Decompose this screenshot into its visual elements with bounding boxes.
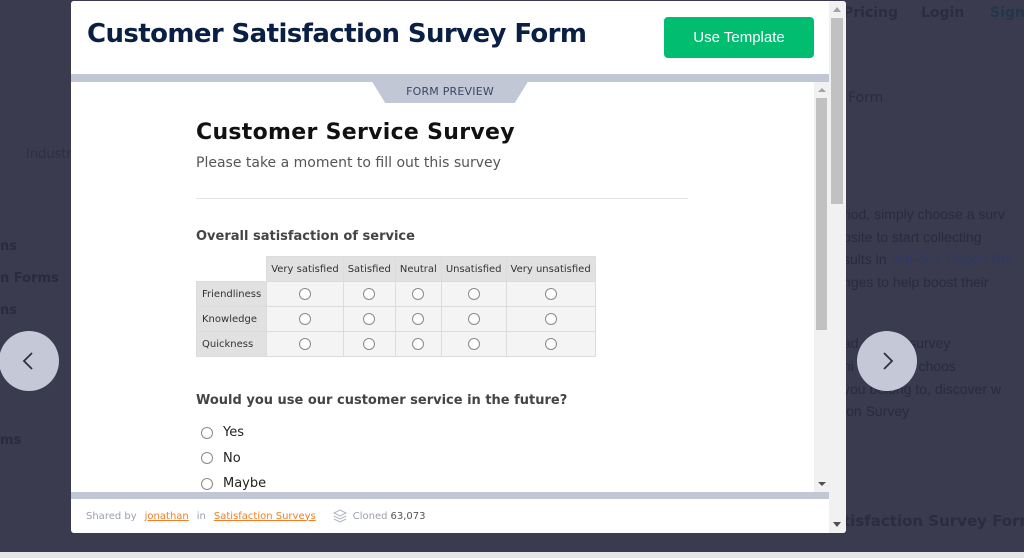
background-paragraph-line: sults in JotForm Report Bui xyxy=(843,251,1012,267)
matrix-row: Quickness xyxy=(195,331,596,357)
cloned-stat: Cloned 63,073 xyxy=(332,508,426,524)
background-category-item: n Forms xyxy=(0,271,59,286)
background-industry-label: Industr xyxy=(26,147,72,162)
author-link[interactable]: jonathan xyxy=(145,511,189,522)
matrix-column-header: Very unsatisfied xyxy=(505,256,596,282)
form-title: Customer Service Survey xyxy=(196,120,515,145)
option-maybe[interactable]: Maybe xyxy=(201,471,266,492)
matrix-radio[interactable] xyxy=(544,288,557,300)
matrix-row: Friendliness xyxy=(195,281,596,307)
layers-icon xyxy=(332,509,347,523)
scroll-up-arrow-icon[interactable] xyxy=(833,7,841,12)
future-use-options: Yes No Maybe xyxy=(201,420,266,492)
satisfaction-matrix: Very satisfied Satisfied Neutral Unsatis… xyxy=(195,256,596,357)
option-label: Maybe xyxy=(223,476,267,492)
matrix-row: Knowledge xyxy=(195,306,596,332)
radio-button[interactable] xyxy=(201,426,213,439)
form-divider xyxy=(196,198,688,199)
matrix-radio[interactable] xyxy=(298,288,311,300)
background-paragraph-line: bsite to start collecting xyxy=(843,229,982,245)
nav-pricing-link: Pricing xyxy=(843,5,899,21)
background-paragraph-line: nges to help boost their xyxy=(843,274,989,290)
form-preview-frame: Customer Service Survey Please take a mo… xyxy=(71,82,829,492)
template-preview-modal: Customer Satisfaction Survey Form Use Te… xyxy=(71,1,846,533)
modal-scrollbar[interactable] xyxy=(829,1,846,533)
scroll-down-arrow-icon[interactable] xyxy=(833,522,841,527)
option-yes[interactable]: Yes xyxy=(201,420,266,446)
modal-title: Customer Satisfaction Survey Form xyxy=(87,19,587,49)
use-template-button[interactable]: Use Template xyxy=(664,17,814,58)
matrix-radio[interactable] xyxy=(467,338,480,350)
matrix-radio[interactable] xyxy=(412,288,425,300)
in-label: in xyxy=(196,510,206,522)
background-breadcrumb-text: Form xyxy=(848,90,884,106)
background-category-item: ms xyxy=(0,433,22,448)
preview-scrollbar[interactable] xyxy=(814,82,829,492)
matrix-radio[interactable] xyxy=(544,313,557,325)
modal-footer: Shared by jonathan in Satisfaction Surve… xyxy=(71,499,829,533)
option-label: No xyxy=(223,450,241,466)
background-paragraph-line: riod, simply choose a surv xyxy=(843,206,1005,222)
matrix-radio[interactable] xyxy=(363,288,376,300)
matrix-radio[interactable] xyxy=(467,288,480,300)
modal-header: Customer Satisfaction Survey Form Use Te… xyxy=(71,1,829,74)
matrix-row-label: Knowledge xyxy=(195,306,268,332)
background-paragraph-line: ion Survey xyxy=(843,403,910,419)
report-builder-link: JotForm Report Bui xyxy=(890,251,1012,267)
page-bottom-strip xyxy=(0,552,1024,558)
background-category-item: ns xyxy=(0,239,17,254)
matrix-row-label: Quickness xyxy=(195,331,268,357)
preview-band xyxy=(71,492,829,499)
matrix-column-header: Very satisfied xyxy=(266,256,344,282)
option-label: Yes xyxy=(223,425,244,441)
matrix-column-header: Unsatisfied xyxy=(440,256,507,282)
matrix-corner xyxy=(195,256,268,282)
option-no[interactable]: No xyxy=(201,446,266,472)
scroll-up-arrow-icon[interactable] xyxy=(818,88,826,92)
matrix-column-header: Neutral xyxy=(394,256,442,282)
background-category-item: ns xyxy=(0,303,17,318)
scroll-down-arrow-icon[interactable] xyxy=(818,482,826,486)
matrix-row-label: Friendliness xyxy=(195,281,268,307)
matrix-radio[interactable] xyxy=(412,313,425,325)
matrix-radio[interactable] xyxy=(467,313,480,325)
matrix-radio[interactable] xyxy=(363,313,376,325)
chevron-left-icon xyxy=(22,352,33,370)
form-preview-tab: FORM PREVIEW xyxy=(371,80,529,103)
matrix-radio[interactable] xyxy=(412,338,425,350)
cloned-label: Cloned xyxy=(352,510,388,522)
matrix-column-header: Satisfied xyxy=(342,256,396,282)
scrollbar-thumb[interactable] xyxy=(831,18,843,204)
radio-button[interactable] xyxy=(201,452,213,465)
matrix-radio[interactable] xyxy=(363,338,376,350)
form-subtitle: Please take a moment to fill out this su… xyxy=(196,155,501,171)
shared-by-label: Shared by xyxy=(86,510,137,522)
question-label: Would you use our customer service in th… xyxy=(196,393,568,408)
next-template-button[interactable] xyxy=(857,331,917,391)
question-label: Overall satisfaction of service xyxy=(196,229,415,244)
chevron-right-icon xyxy=(883,352,894,370)
nav-login-link: Login xyxy=(921,5,965,21)
nav-signup-link: Sign xyxy=(990,5,1024,21)
matrix-radio[interactable] xyxy=(544,338,557,350)
background-paragraph-text: sults in xyxy=(843,251,891,267)
background-template-title: tisfaction Survey Form xyxy=(843,512,1024,530)
previous-template-button[interactable] xyxy=(0,331,59,391)
matrix-radio[interactable] xyxy=(298,338,311,350)
cloned-count: 63,073 xyxy=(390,510,426,522)
matrix-radio[interactable] xyxy=(298,313,311,325)
radio-button[interactable] xyxy=(201,477,213,490)
category-link[interactable]: Satisfaction Surveys xyxy=(214,511,316,522)
scrollbar-thumb[interactable] xyxy=(816,98,827,330)
